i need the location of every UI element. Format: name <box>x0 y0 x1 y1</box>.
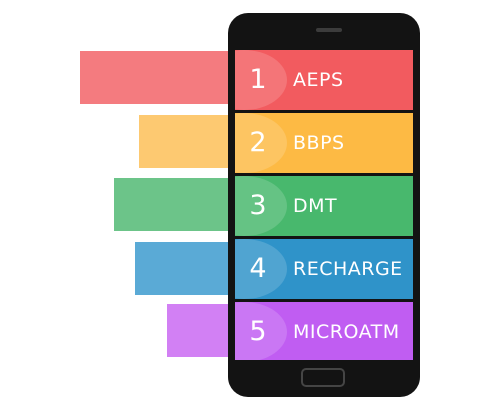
menu-item-number: 1 <box>249 64 267 95</box>
side-bar-aeps <box>80 51 240 104</box>
side-bar-bbps <box>139 115 240 168</box>
menu-item-number: 5 <box>249 316 267 347</box>
menu-item-label: RECHARGE <box>293 258 403 280</box>
menu-item-dmt[interactable]: 3 DMT <box>235 176 413 236</box>
menu-item-aeps[interactable]: 1 AEPS <box>235 50 413 110</box>
menu-item-number: 4 <box>249 253 267 284</box>
menu-item-label: AEPS <box>293 69 344 91</box>
menu-item-recharge[interactable]: 4 RECHARGE <box>235 239 413 299</box>
menu-item-number: 3 <box>249 190 267 221</box>
side-bar-recharge <box>135 242 240 295</box>
menu-item-label: BBPS <box>293 132 345 154</box>
home-button-icon[interactable] <box>301 368 345 387</box>
phone-speaker-icon <box>316 28 342 32</box>
menu-item-microatm[interactable]: 5 MICROATM <box>235 302 413 360</box>
side-bar-dmt <box>114 178 240 231</box>
menu-item-bbps[interactable]: 2 BBPS <box>235 113 413 173</box>
phone-screen: 1 AEPS 2 BBPS 3 DMT 4 RECHARGE 5 MICROAT… <box>235 50 413 360</box>
menu-item-label: DMT <box>293 195 338 217</box>
menu-item-label: MICROATM <box>293 321 400 343</box>
menu-item-number: 2 <box>249 127 267 158</box>
